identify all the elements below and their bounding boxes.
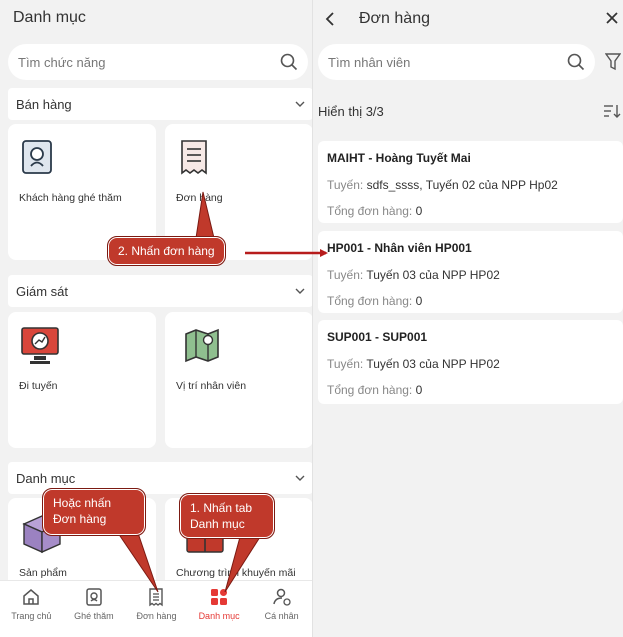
chevron-down-icon [295,101,305,107]
callout-alt-orders: Hoặc nhấn Đơn hàng [42,488,146,536]
filter-icon[interactable] [605,53,621,71]
nav-catalog[interactable]: Danh mục [188,581,251,637]
staff-name: HP001 - Nhân viên HP001 [327,241,472,255]
nav-orders[interactable]: Đơn hàng [125,581,188,637]
nav-profile[interactable]: Cá nhân [250,581,312,637]
callout-step1: 1. Nhấn tab Danh mục [179,493,275,539]
search-icon[interactable] [280,53,298,71]
person-icon [272,587,292,607]
bottom-nav: Trang chủ Ghé thăm Đơn hàng Danh mục Cá … [0,580,312,637]
route-line: Tuyến: Tuyến 03 của NPP HP02 [327,268,500,282]
order-total: Tổng đơn hàng: 0 [327,204,423,218]
order-icon [146,587,166,607]
chevron-down-icon [295,475,305,481]
home-icon [21,587,41,607]
close-icon[interactable] [606,12,618,24]
tile-staff-location[interactable]: Vị trí nhân viên [165,312,312,448]
search-icon[interactable] [567,53,585,71]
tile-label: Đơn hàng [176,192,223,204]
nav-visit[interactable]: Ghé thăm [63,581,126,637]
staff-name: MAIHT - Hoàng Tuyết Mai [327,151,471,165]
orders-title: Đơn hàng [359,10,430,27]
staff-order-card[interactable]: HP001 - Nhân viên HP001 Tuyến: Tuyến 03 … [318,231,623,313]
location-pin-icon [20,138,54,181]
map-icon [183,326,221,369]
nav-label: Đơn hàng [136,611,177,621]
nav-label: Ghé thăm [74,611,114,621]
nav-home[interactable]: Trang chủ [0,581,63,637]
nav-label: Cá nhân [264,611,299,621]
result-count: Hiển thị 3/3 [318,104,384,119]
route-line: Tuyến: sdfs_ssss, Tuyến 02 của NPP Hp02 [327,178,558,192]
callout-step2: 2. Nhấn đơn hàng [107,236,226,266]
section-header-sales[interactable]: Bán hàng [8,88,312,120]
tile-label: Sản phẩm [19,567,67,579]
search-placeholder: Tìm nhân viên [328,54,411,70]
tile-label: Chương trình khuyến mãi [176,567,296,579]
staff-order-card[interactable]: SUP001 - SUP001 Tuyến: Tuyến 03 của NPP … [318,320,623,404]
visit-icon [84,587,104,607]
catalog-panel: Danh mục Tìm chức năng Bán hàng Khách hà… [0,0,313,637]
tile-label: Vị trí nhân viên [176,380,247,392]
route-line: Tuyến: Tuyến 03 của NPP HP02 [327,357,500,371]
order-total: Tổng đơn hàng: 0 [327,294,423,308]
nav-label: Danh mục [198,611,240,621]
orders-panel: Đơn hàng Tìm nhân viên Hiển thị 3/3 MAIH… [313,0,623,637]
search-placeholder: Tìm chức năng [18,54,106,70]
staff-order-card[interactable]: MAIHT - Hoàng Tuyết Mai Tuyến: sdfs_ssss… [318,141,623,223]
section-title: Bán hàng [16,96,72,112]
staff-name: SUP001 - SUP001 [327,330,428,344]
grid-icon [209,587,229,607]
tile-label: Khách hàng ghé thăm [19,192,122,204]
tile-route[interactable]: Đi tuyến [8,312,156,448]
section-title: Giám sát [16,283,69,299]
document-icon [177,138,211,181]
back-arrow-icon[interactable] [325,12,335,26]
sort-icon[interactable] [603,104,621,118]
monitor-icon [20,326,60,371]
staff-search-input[interactable]: Tìm nhân viên [318,44,595,80]
section-title: Danh mục [16,470,76,486]
section-header-monitoring[interactable]: Giám sát [8,275,312,307]
nav-label: Trang chủ [11,611,52,621]
tile-label: Đi tuyến [19,380,58,392]
chevron-down-icon [295,288,305,294]
function-search-input[interactable]: Tìm chức năng [8,44,308,80]
page-title: Danh mục [13,9,86,26]
order-total: Tổng đơn hàng: 0 [327,383,423,397]
